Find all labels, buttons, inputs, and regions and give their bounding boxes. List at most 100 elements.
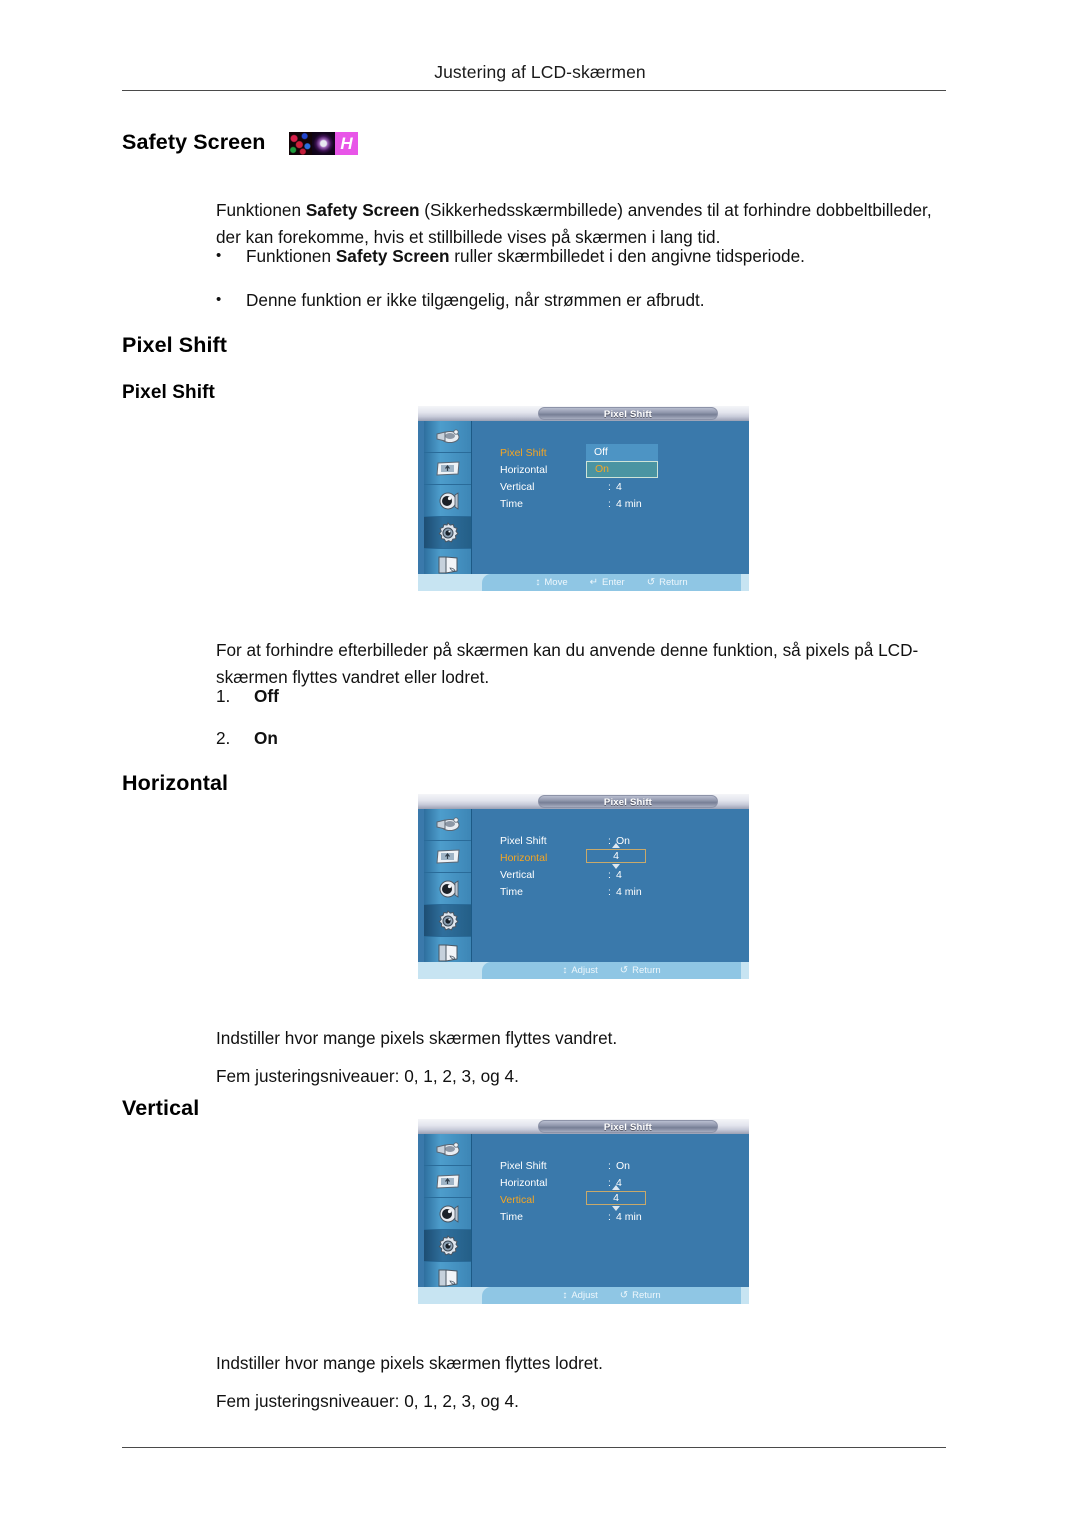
updown-arrow-icon: ↕ (535, 576, 541, 588)
osd-dropdown-pixel-shift[interactable]: Off On (586, 444, 658, 478)
hotkey-return: ↺ Return (620, 1290, 661, 1301)
rail-item-setup[interactable] (424, 517, 471, 549)
multi-control-icon (438, 943, 457, 962)
osd-icon-rail (424, 809, 472, 969)
return-arrow-icon: ↺ (619, 964, 629, 976)
hotkey-enter: ↵ Enter (590, 577, 625, 588)
section-heading-pixel-shift: Pixel Shift (122, 333, 228, 357)
bullet-2-pre: Denne funktion er ikke tilgængelig, når … (246, 290, 705, 310)
spinner-value: 4 (586, 1191, 646, 1205)
arrow-down-icon[interactable] (612, 864, 620, 869)
rail-item-sound[interactable] (424, 1198, 471, 1230)
bullet-1-bold: Safety Screen (335, 246, 450, 266)
osd-row-colon: : (608, 1211, 611, 1223)
safety-screen-badge-icon: H (289, 131, 358, 155)
rail-item-picture-input[interactable] (424, 809, 471, 841)
osd-screenshot-vertical: Pixel Shift Pixel Shift: On Horizontal … (418, 1119, 749, 1304)
hotkey-label: Move (544, 577, 568, 588)
bullet-1-pre: Funktionen (246, 246, 336, 266)
rail-item-setup[interactable] (424, 905, 471, 937)
enter-arrow-icon: ↵ (589, 576, 598, 588)
osd-spinner-horizontal[interactable]: 4 (586, 843, 646, 869)
dropdown-option-on[interactable]: On (586, 461, 658, 478)
osd-row-time[interactable]: Time : 4 min (500, 884, 749, 901)
running-head: Justering af LCD-skærmen (434, 62, 646, 82)
osd-screenshot-horizontal: Pixel Shift Pixel Shift: On Horizontal … (418, 794, 749, 979)
osd-row-vertical[interactable]: Vertical : 4 (500, 479, 749, 496)
hotkey-label: Adjust (571, 1290, 598, 1301)
arrow-up-icon[interactable] (612, 1185, 620, 1190)
hotkey-adjust: ↕ Adjust (562, 1290, 597, 1301)
osd-row-vertical[interactable]: Vertical : 4 (500, 867, 749, 884)
sound-icon (439, 491, 458, 510)
osd-row-label: Vertical (500, 481, 535, 493)
osd-row-colon: : (608, 886, 611, 898)
rail-item-sound[interactable] (424, 485, 471, 517)
osd-title-pill: Pixel Shift (538, 794, 718, 808)
osd-row-colon: : (608, 835, 611, 847)
multi-control-icon (438, 555, 457, 574)
option-number: 1. (216, 686, 231, 706)
osd-menu-body: Pixel Shift : On Horizontal : 4 Vertical… (472, 1134, 749, 1287)
return-arrow-icon: ↺ (646, 576, 656, 588)
letter-h-icon: H (335, 131, 358, 155)
osd-spinner-vertical[interactable]: 4 (586, 1185, 646, 1211)
osd-row-colon: : (608, 498, 611, 510)
vertical-description: Indstiller hvor mange pixels skærmen fly… (216, 1353, 603, 1374)
horizontal-levels: Fem justeringsniveauer: 0, 1, 2, 3, og 4… (216, 1066, 519, 1087)
osd-row-label: Time (500, 886, 523, 898)
osd-row-label: Vertical (500, 869, 535, 881)
osd-row-value: 4 (616, 869, 622, 881)
safety-paragraph-pre: Funktionen (216, 200, 306, 221)
rail-item-screen[interactable] (424, 841, 471, 873)
osd-row-label: Horizontal (500, 464, 548, 476)
picture-input-icon (436, 1141, 459, 1156)
arrow-down-icon[interactable] (612, 1206, 620, 1211)
hotkey-label: Adjust (571, 965, 598, 976)
osd-row-value: On (616, 1160, 631, 1172)
osd-row-label: Vertical (500, 1194, 535, 1206)
osd-menu-body: Pixel Shift : On Horizontal : Vertical :… (472, 809, 749, 962)
osd-icon-rail (424, 1134, 472, 1294)
osd-titlebar: Pixel Shift (418, 1119, 749, 1134)
updown-arrow-icon: ↕ (562, 964, 568, 976)
setup-gear-icon (438, 521, 459, 543)
osd-row-pixel-shift[interactable]: Pixel Shift : On (500, 833, 749, 850)
arrow-up-icon[interactable] (612, 843, 620, 848)
picture-input-icon (436, 428, 459, 443)
spinner-value: 4 (586, 849, 646, 863)
updown-arrow-icon: ↕ (562, 1289, 568, 1301)
rail-item-picture-input[interactable] (424, 1134, 471, 1166)
osd-row-label: Time (500, 498, 523, 510)
osd-icon-rail (424, 421, 472, 581)
osd-row-horizontal[interactable]: Horizontal : 4 (500, 1175, 749, 1192)
osd-titlebar: Pixel Shift (418, 794, 749, 809)
osd-row-colon: : (608, 869, 611, 881)
dropdown-option-off[interactable]: Off (586, 444, 658, 461)
rail-item-picture-input[interactable] (424, 421, 471, 453)
setup-gear-icon (438, 909, 459, 931)
osd-row-time[interactable]: Time : 4 min (500, 496, 749, 513)
hotkey-label: Return (632, 1290, 661, 1301)
document-page: Justering af LCD-skærmen Safety Screen H… (0, 0, 1080, 1527)
bullet-1-post: ruller skærmbilledet i den angivne tidsp… (449, 246, 805, 266)
hotkey-label: Return (659, 577, 688, 588)
osd-title-pill: Pixel Shift (538, 406, 718, 420)
osd-titlebar: Pixel Shift (418, 406, 749, 421)
option-number: 2. (216, 728, 231, 748)
rail-item-setup[interactable] (424, 1230, 471, 1262)
osd-screenshot-pixel-shift: Pixel Shift Pixel Shift Horizontal Verti… (418, 406, 749, 591)
sound-icon (439, 1204, 458, 1223)
rail-item-screen[interactable] (424, 453, 471, 485)
rail-item-screen[interactable] (424, 1166, 471, 1198)
screen-icon (435, 1173, 460, 1189)
rail-item-sound[interactable] (424, 873, 471, 905)
section-heading-vertical: Vertical (122, 1096, 200, 1120)
list-item-option-off: 1. Off (216, 683, 279, 710)
setup-gear-icon (438, 1234, 459, 1256)
osd-row-pixel-shift[interactable]: Pixel Shift : On (500, 1158, 749, 1175)
pixel-shift-description: For at forhindre efterbilleder på skærme… (216, 640, 919, 688)
page-title-safety-screen: Safety Screen (122, 130, 266, 154)
osd-row-time[interactable]: Time : 4 min (500, 1209, 749, 1226)
hotkey-return: ↺ Return (647, 577, 688, 588)
